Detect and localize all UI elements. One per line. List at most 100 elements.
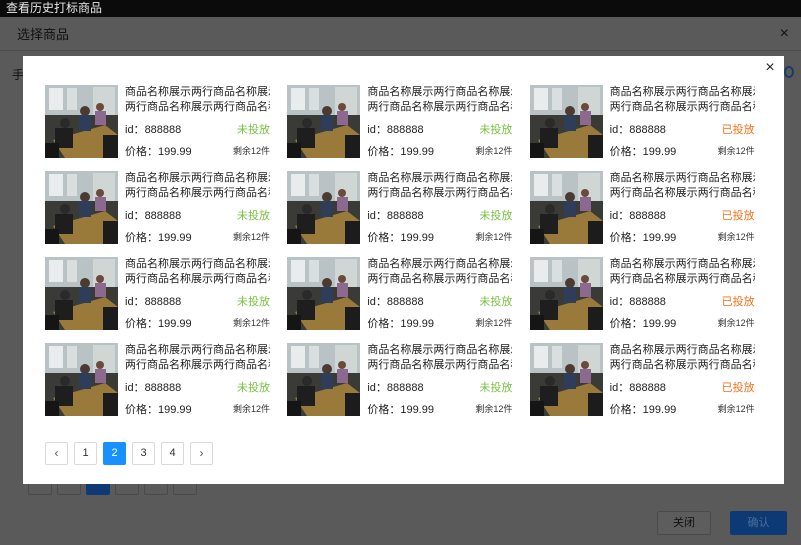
product-id: 888888: [144, 124, 182, 136]
product-name: 商品名称展示两行商品名称展示 两行商品名称展示两行商品名称: [125, 85, 270, 115]
product-image: [287, 343, 361, 416]
product-info: 商品名称展示两行商品名称展示 两行商品名称展示两行商品名称 id：888888 …: [367, 343, 513, 416]
pagination-next-button[interactable]: ›: [190, 442, 213, 465]
product-id-row: id：888888 未投放: [367, 207, 512, 222]
product-price: 199.99: [158, 146, 192, 158]
product-info: 商品名称展示两行商品名称展示 两行商品名称展示两行商品名称 id：888888 …: [125, 85, 270, 158]
status-badge: 未投放: [479, 296, 513, 308]
product-image: [529, 343, 603, 416]
product-id-label: id：: [609, 210, 630, 222]
product-info: 商品名称展示两行商品名称展示 两行商品名称展示两行商品名称 id：888888 …: [609, 85, 755, 158]
product-name: 商品名称展示两行商品名称展示 两行商品名称展示两行商品名称: [125, 343, 270, 373]
product-price-row: 价格：199.99 剩余12件: [125, 401, 270, 416]
product-row: 商品名称展示两行商品名称展示 两行商品名称展示两行商品名称 id：888888 …: [45, 257, 772, 343]
pagination-prev-button[interactable]: ‹: [45, 442, 68, 465]
product-card[interactable]: 商品名称展示两行商品名称展示 两行商品名称展示两行商品名称 id：888888 …: [529, 85, 772, 171]
product-name-line-1: 商品名称展示两行商品名称展示: [609, 172, 755, 184]
status-badge: 未投放: [237, 382, 270, 394]
product-name-line-1: 商品名称展示两行商品名称展示: [609, 344, 755, 356]
product-id: 888888: [386, 210, 424, 222]
product-card[interactable]: 商品名称展示两行商品名称展示 两行商品名称展示两行商品名称 id：888888 …: [287, 343, 529, 429]
product-stock: 剩余12件: [475, 146, 513, 156]
product-name-line-1: 商品名称展示两行商品名称展示: [125, 172, 270, 184]
product-name: 商品名称展示两行商品名称展示 两行商品名称展示两行商品名称: [367, 257, 512, 287]
product-id-label: id：: [125, 382, 145, 394]
select-product-dialog-footer: 关闭 确认: [657, 511, 787, 535]
product-price: 199.99: [642, 146, 677, 158]
product-id-label: id：: [367, 296, 387, 308]
product-id-label: id：: [609, 382, 630, 394]
product-id-row: id：888888 已投放: [610, 293, 755, 308]
product-id: 888888: [386, 124, 424, 136]
product-row: 商品名称展示两行商品名称展示 两行商品名称展示两行商品名称 id：888888 …: [45, 343, 772, 429]
close-icon[interactable]: ×: [761, 59, 779, 77]
product-price-label: 价格：: [609, 318, 643, 330]
product-card[interactable]: 商品名称展示两行商品名称展示 两行商品名称展示两行商品名称 id：888888 …: [529, 343, 772, 429]
product-image: [529, 257, 603, 330]
product-image: [287, 257, 361, 330]
product-price: 199.99: [400, 318, 434, 330]
product-price: 199.99: [400, 232, 434, 244]
product-name-line-1: 商品名称展示两行商品名称展示: [367, 172, 513, 184]
product-id-label: id：: [125, 210, 145, 222]
product-info: 商品名称展示两行商品名称展示 两行商品名称展示两行商品名称 id：888888 …: [125, 257, 270, 330]
product-id-row: id：888888 未投放: [367, 379, 513, 394]
select-product-dialog-close-icon[interactable]: ×: [780, 25, 789, 43]
product-id-label: id：: [367, 382, 387, 394]
product-card[interactable]: 商品名称展示两行商品名称展示 两行商品名称展示两行商品名称 id：888888 …: [45, 171, 287, 257]
search-icon[interactable]: [784, 66, 794, 78]
pagination-page-3[interactable]: 3: [132, 442, 155, 465]
pagination-page-1[interactable]: 1: [74, 442, 97, 465]
product-image: [529, 171, 603, 244]
product-price-label: 价格：: [367, 146, 401, 158]
product-id-label: id：: [125, 124, 145, 136]
product-name-line-2: 两行商品名称展示两行商品名称: [125, 359, 270, 371]
product-card[interactable]: 商品名称展示两行商品名称展示 两行商品名称展示两行商品名称 id：888888 …: [529, 257, 772, 343]
product-name-line-1: 商品名称展示两行商品名称展示: [609, 86, 755, 98]
product-card[interactable]: 商品名称展示两行商品名称展示 两行商品名称展示两行商品名称 id：888888 …: [529, 171, 772, 257]
product-card[interactable]: 商品名称展示两行商品名称展示 两行商品名称展示两行商品名称 id：888888 …: [45, 85, 287, 171]
product-image: [287, 85, 361, 158]
product-image: [45, 257, 118, 330]
product-card[interactable]: 商品名称展示两行商品名称展示 两行商品名称展示两行商品名称 id：888888 …: [287, 85, 529, 171]
product-price: 199.99: [400, 146, 434, 158]
product-id-label: id：: [609, 124, 630, 136]
product-price-row: 价格：199.99 剩余12件: [125, 315, 270, 330]
pagination-page-4[interactable]: 4: [161, 442, 184, 465]
product-price-row: 价格：199.99 剩余12件: [610, 401, 755, 416]
product-row: 商品名称展示两行商品名称展示 两行商品名称展示两行商品名称 id：888888 …: [45, 171, 772, 257]
product-name-line-1: 商品名称展示两行商品名称展示: [125, 86, 270, 98]
product-id-row: id：888888 未投放: [367, 293, 513, 308]
status-badge: 未投放: [237, 124, 270, 136]
product-price-row: 价格：199.99 剩余12件: [367, 401, 512, 416]
product-card[interactable]: 商品名称展示两行商品名称展示 两行商品名称展示两行商品名称 id：888888 …: [287, 257, 529, 343]
product-name-line-1: 商品名称展示两行商品名称展示: [367, 344, 513, 356]
product-id: 888888: [386, 296, 424, 308]
close-button[interactable]: 关闭: [657, 511, 711, 535]
product-price: 199.99: [642, 232, 677, 244]
product-card[interactable]: 商品名称展示两行商品名称展示 两行商品名称展示两行商品名称 id：888888 …: [45, 343, 287, 429]
product-name-line-1: 商品名称展示两行商品名称展示: [125, 258, 270, 270]
product-price: 199.99: [400, 404, 434, 416]
product-price-label: 价格：: [125, 318, 158, 330]
product-id-row: id：888888 未投放: [125, 207, 270, 222]
product-name-line-1: 商品名称展示两行商品名称展示: [367, 86, 513, 98]
product-id-label: id：: [367, 124, 387, 136]
product-price-label: 价格：: [367, 318, 401, 330]
confirm-button[interactable]: 确认: [730, 511, 787, 535]
pagination-page-2[interactable]: 2: [103, 442, 126, 465]
product-id-row: id：888888 已投放: [609, 121, 755, 136]
status-badge: 未投放: [479, 124, 513, 136]
product-price-row: 价格：199.99 剩余12件: [610, 229, 755, 244]
status-badge: 已投放: [721, 210, 755, 222]
status-badge: 未投放: [479, 382, 513, 394]
product-image: [45, 85, 118, 158]
product-price-label: 价格：: [367, 232, 401, 244]
product-price: 199.99: [158, 404, 192, 416]
product-card[interactable]: 商品名称展示两行商品名称展示 两行商品名称展示两行商品名称 id：888888 …: [287, 171, 529, 257]
product-name: 商品名称展示两行商品名称展示 两行商品名称展示两行商品名称: [367, 171, 512, 201]
product-name-line-1: 商品名称展示两行商品名称展示: [609, 258, 755, 270]
product-name-line-1: 商品名称展示两行商品名称展示: [367, 258, 513, 270]
product-price: 199.99: [158, 318, 192, 330]
product-card[interactable]: 商品名称展示两行商品名称展示 两行商品名称展示两行商品名称 id：888888 …: [45, 257, 287, 343]
